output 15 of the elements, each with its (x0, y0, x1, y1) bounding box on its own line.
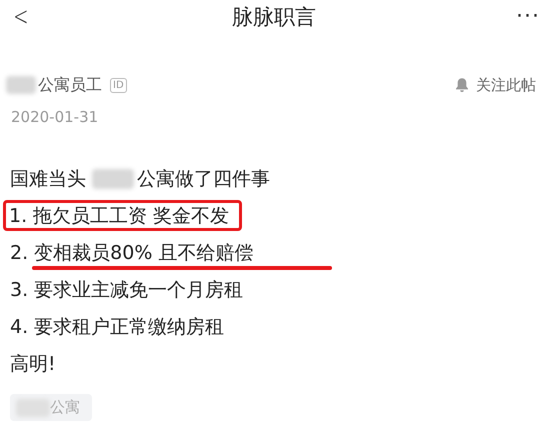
post-line: 高明! (10, 352, 56, 376)
post-text: 国难当头 (10, 166, 86, 192)
more-button[interactable]: ··· (516, 2, 540, 32)
page-title: 脉脉职言 (232, 4, 316, 31)
back-button[interactable]: < (13, 2, 29, 32)
tag-text: 公寓 (50, 398, 80, 417)
post-line: 4. 要求租户正常缴纳房租 (10, 314, 224, 340)
post-text: 公寓做了四件事 (137, 166, 270, 192)
post-line: 2. 变相裁员80% 且不给赔偿 (10, 240, 254, 266)
bell-icon[interactable] (454, 77, 470, 93)
follow-link[interactable]: 关注此帖 (476, 76, 536, 94)
author-name[interactable]: 公寓员工 (38, 74, 102, 96)
post-date: 2020-01-31 (10, 108, 100, 126)
post-line: 3. 要求业主减免一个月房租 (10, 278, 244, 302)
id-badge: ID (110, 78, 127, 92)
